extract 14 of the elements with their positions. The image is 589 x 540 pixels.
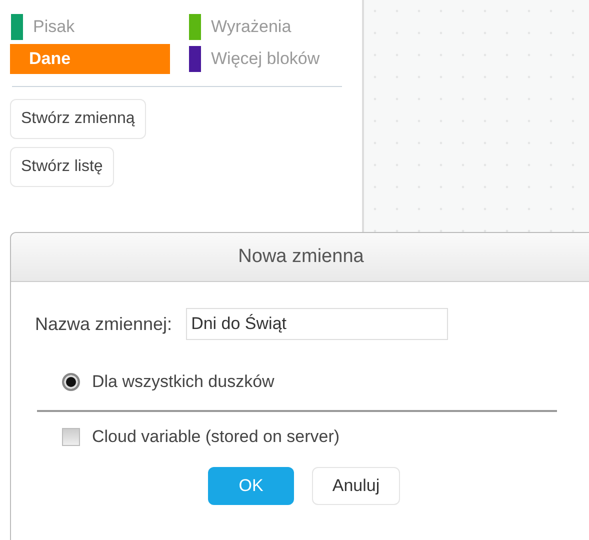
category-item[interactable]: Pisak	[10, 14, 170, 40]
category-item[interactable]: Więcej bloków	[188, 46, 348, 72]
cancel-button[interactable]: Anuluj	[312, 467, 400, 505]
radio-button[interactable]	[62, 373, 80, 391]
palette-button[interactable]: Stwórz zmienną	[10, 99, 146, 139]
ok-button[interactable]: OK	[208, 467, 294, 505]
palette-button[interactable]: Stwórz listę	[10, 147, 114, 187]
scope-label: Dla wszystkich duszków	[92, 372, 274, 392]
cloud-label: Cloud variable (stored on server)	[92, 427, 340, 447]
category-item[interactable]: Dane	[10, 44, 170, 74]
name-input-field[interactable]: Dni do Świąt	[186, 308, 448, 340]
name-label: Nazwa zmiennej:	[35, 314, 172, 334]
dialog-title: Nowa zmienna	[11, 233, 589, 282]
category-item[interactable]: Wyrażenia	[188, 14, 348, 40]
